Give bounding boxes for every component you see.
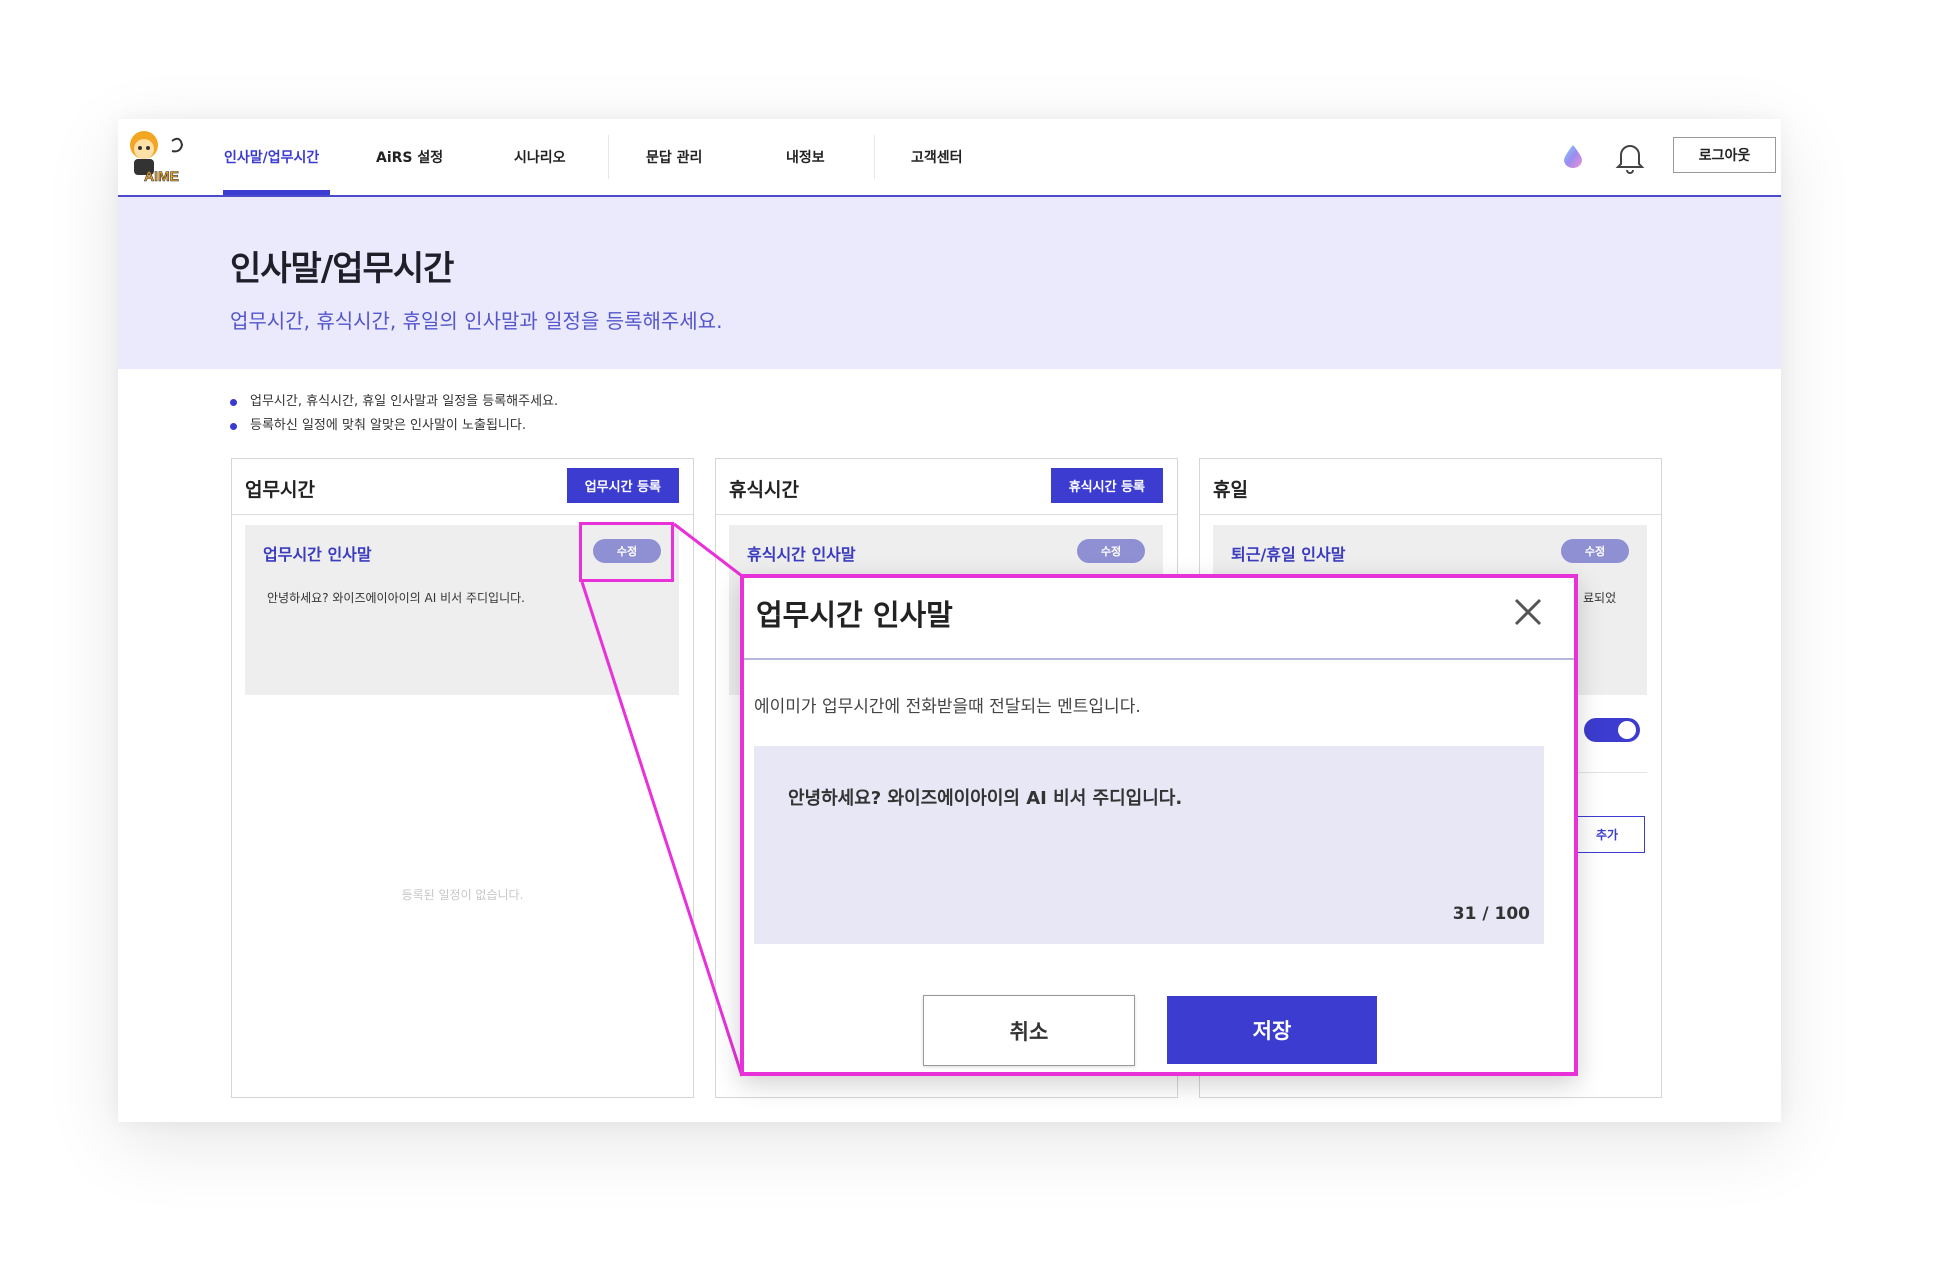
holiday-toggle[interactable] (1584, 718, 1640, 742)
panel-header: 업무시간 업무시간 등록 (232, 459, 693, 515)
close-icon[interactable] (1508, 592, 1548, 632)
greeting-message-textarea[interactable]: 안녕하세요? 와이즈에이아이의 AI 비서 주디입니다. 31 / 100 (754, 746, 1544, 944)
edit-button[interactable]: 수정 (1077, 539, 1145, 563)
svg-text:AIME: AIME (144, 168, 179, 184)
message-text: 안녕하세요? 와이즈에이아이의 AI 비서 주디입니다. (788, 788, 1183, 809)
panel-header: 휴일 (1200, 459, 1661, 515)
page-hero: 인사말/업무시간 업무시간, 휴식시간, 휴일의 인사말과 일정을 등록해주세요… (118, 197, 1781, 369)
nav-greeting-worktime[interactable]: 인사말/업무시간 (224, 147, 319, 167)
register-worktime-button[interactable]: 업무시간 등록 (566, 468, 679, 503)
nav-divider (874, 135, 875, 179)
callout-highlight (579, 522, 674, 582)
nav-my-info[interactable]: 내정보 (786, 147, 825, 167)
greeting-title: 업무시간 인사말 (263, 545, 372, 564)
panel-title: 휴식시간 (729, 479, 799, 501)
cancel-button[interactable]: 취소 (923, 995, 1135, 1066)
empty-schedule-message: 등록된 일정이 없습니다. (401, 888, 524, 902)
greeting-text: 료되었 (1583, 591, 1617, 605)
panel-header: 휴식시간 휴식시간 등록 (716, 459, 1177, 515)
panel-title: 업무시간 (245, 479, 315, 501)
greeting-title: 휴식시간 인사말 (747, 545, 856, 564)
character-count: 31 / 100 (1452, 904, 1530, 924)
panel-title: 휴일 (1213, 479, 1248, 501)
aime-logo[interactable]: AIME (124, 129, 196, 185)
nav-divider (608, 135, 609, 179)
mascot-icon: AIME (130, 131, 184, 184)
add-button[interactable]: 추가 (1569, 816, 1645, 853)
greeting-title: 퇴근/휴일 인사말 (1231, 545, 1346, 564)
page-subtitle: 업무시간, 휴식시간, 휴일의 인사말과 일정을 등록해주세요. (230, 309, 723, 333)
modal-description: 에이미가 업무시간에 전화받을때 전달되는 멘트입니다. (754, 697, 1141, 717)
nav-qa-management[interactable]: 문답 관리 (646, 147, 702, 167)
nav-customer-center[interactable]: 고객센터 (911, 147, 963, 167)
logout-button[interactable]: 로그아웃 (1673, 137, 1776, 173)
modal-divider (744, 658, 1574, 660)
note-item: 업무시간, 휴식시간, 휴일 인사말과 일정을 등록해주세요. (230, 390, 558, 414)
modal-title: 업무시간 인사말 (756, 598, 953, 632)
top-navigation-bar: AIME 인사말/업무시간 AiRS 설정 시나리오 문답 관리 내정보 고객센… (118, 119, 1781, 197)
greeting-text: 안녕하세요? 와이즈에이아이의 AI 비서 주디입니다. (267, 591, 525, 605)
register-breaktime-button[interactable]: 휴식시간 등록 (1050, 468, 1163, 503)
bell-icon[interactable] (1612, 139, 1648, 175)
nav-airs-settings[interactable]: AiRS 설정 (376, 147, 443, 167)
save-button[interactable]: 저장 (1167, 996, 1377, 1064)
drop-icon[interactable] (1560, 143, 1586, 169)
greeting-edit-modal: 업무시간 인사말 에이미가 업무시간에 전화받을때 전달되는 멘트입니다. 안녕… (740, 574, 1578, 1076)
toggle-knob (1618, 721, 1636, 739)
active-nav-indicator (223, 190, 330, 195)
nav-scenario[interactable]: 시나리오 (514, 147, 566, 167)
edit-button[interactable]: 수정 (1561, 539, 1629, 563)
note-item: 등록하신 일정에 맞춰 알맞은 인사말이 노출됩니다. (230, 414, 558, 438)
page-title: 인사말/업무시간 (230, 249, 454, 289)
info-notes: 업무시간, 휴식시간, 휴일 인사말과 일정을 등록해주세요. 등록하신 일정에… (230, 390, 558, 438)
